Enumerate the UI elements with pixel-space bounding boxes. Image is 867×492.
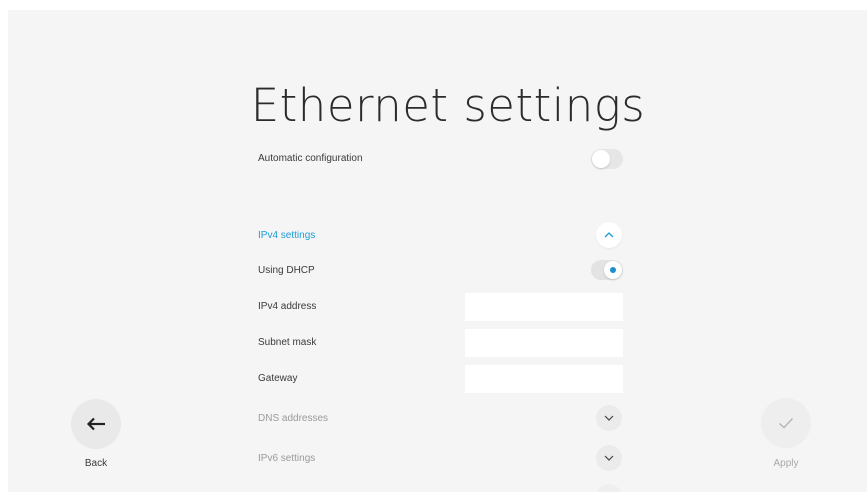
toggle-knob: [592, 150, 610, 168]
arrow-left-icon: [86, 417, 105, 431]
subnet-mask-label: Subnet mask: [258, 337, 317, 348]
apply-button[interactable]: [761, 398, 811, 448]
gateway-label: Gateway: [258, 373, 298, 384]
ipv4-address-label: IPv4 address: [258, 301, 317, 312]
dns-expand-button[interactable]: [596, 405, 622, 431]
ipv4-settings-header[interactable]: IPv4 settings: [258, 230, 315, 241]
apply-label: Apply: [773, 458, 799, 469]
gateway-input[interactable]: [465, 365, 623, 393]
subnet-mask-input[interactable]: [465, 329, 623, 357]
next-section-button[interactable]: [596, 484, 622, 492]
chevron-up-icon: [604, 232, 614, 238]
chevron-down-icon: [604, 455, 614, 461]
ipv4-address-input[interactable]: [465, 293, 623, 321]
ipv6-settings-header[interactable]: IPv6 settings: [258, 453, 315, 464]
chevron-down-icon: [604, 415, 614, 421]
back-button[interactable]: [71, 399, 121, 449]
automatic-configuration-toggle[interactable]: [591, 149, 623, 169]
back-label: Back: [84, 458, 108, 469]
using-dhcp-toggle[interactable]: [591, 260, 623, 280]
using-dhcp-label: Using DHCP: [258, 265, 315, 276]
ipv4-collapse-button[interactable]: [596, 222, 622, 248]
toggle-on-dot: [610, 267, 616, 273]
ethernet-settings-screen: Ethernet settings Automatic configuratio…: [8, 10, 867, 492]
page-title: Ethernet settings: [250, 79, 646, 132]
automatic-configuration-label: Automatic configuration: [258, 153, 363, 164]
toggle-knob: [604, 261, 622, 279]
ipv6-expand-button[interactable]: [596, 445, 622, 471]
checkmark-icon: [779, 418, 794, 429]
dns-addresses-header[interactable]: DNS addresses: [258, 413, 328, 424]
